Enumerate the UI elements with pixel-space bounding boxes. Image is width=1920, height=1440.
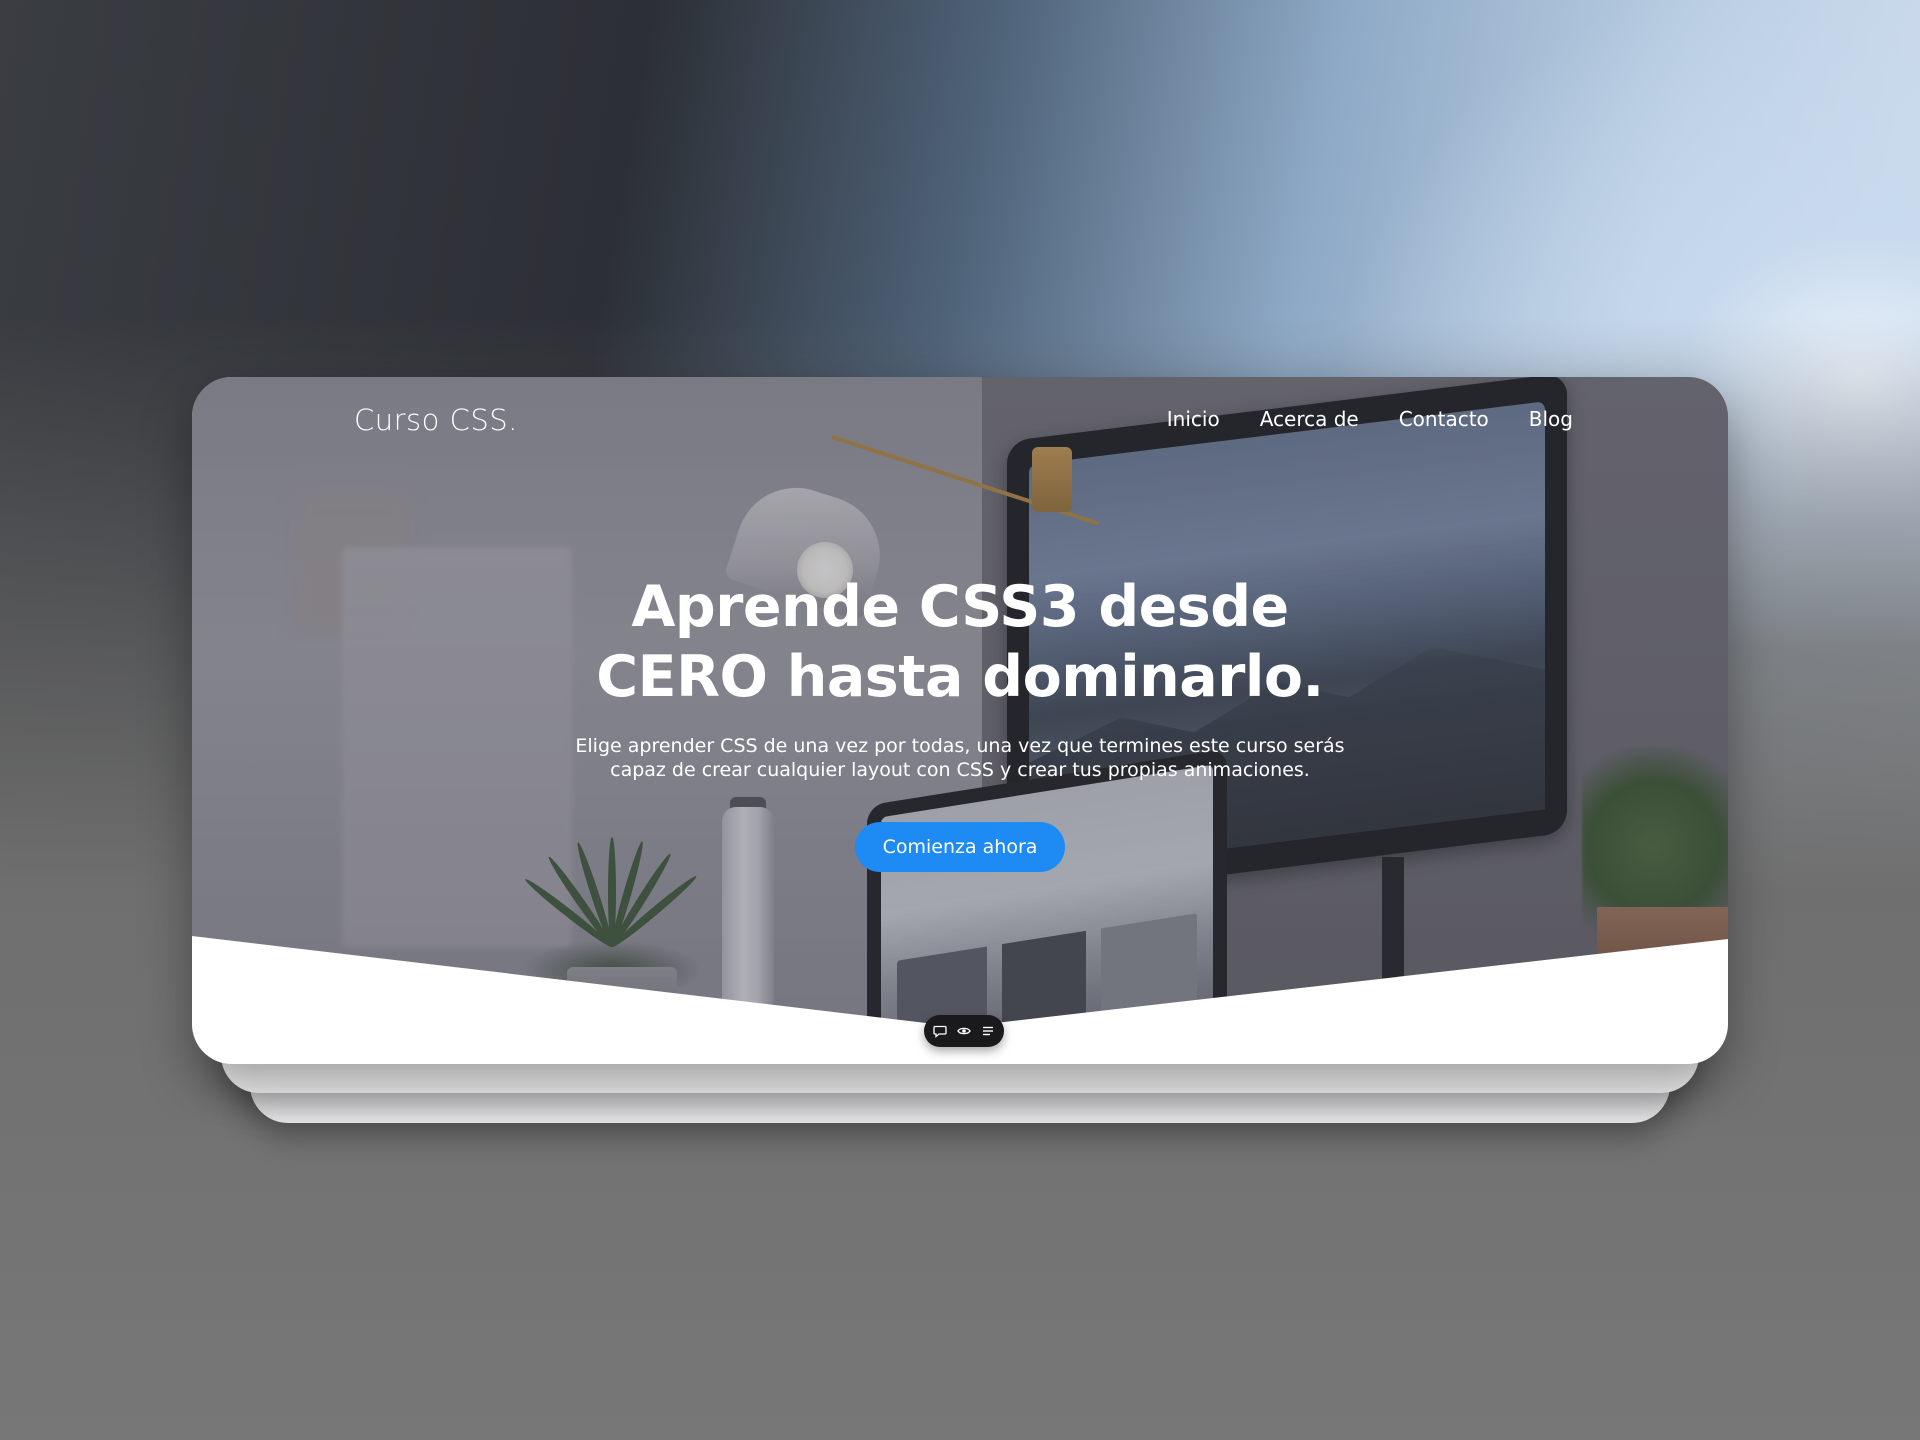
comment-icon[interactable] <box>933 1024 947 1038</box>
top-navbar: Curso CSS. Inicio Acerca de Contacto Blo… <box>192 377 1728 467</box>
cta-button[interactable]: Comienza ahora <box>854 822 1066 872</box>
hero-title-line-2: CERO hasta dominarlo. <box>596 644 1324 710</box>
floating-toolbar <box>924 1015 1004 1047</box>
brand-logo[interactable]: Curso CSS. <box>354 403 518 437</box>
nav-link-inicio[interactable]: Inicio <box>1167 407 1220 431</box>
eye-icon[interactable] <box>957 1024 971 1038</box>
nav-link-acerca-de[interactable]: Acerca de <box>1260 407 1359 431</box>
hero-subtitle-line-1: Elige aprender CSS de una vez por todas,… <box>575 735 1345 757</box>
hero-card: Curso CSS. Inicio Acerca de Contacto Blo… <box>192 377 1728 1064</box>
hero-title: Aprende CSS3 desde CERO hasta dominarlo. <box>510 572 1410 712</box>
hero-title-line-1: Aprende CSS3 desde <box>631 574 1289 640</box>
nav-link-blog[interactable]: Blog <box>1529 407 1573 431</box>
hero-subtitle-line-2: capaz de crear cualquier layout con CSS … <box>610 759 1310 781</box>
list-icon[interactable] <box>981 1024 995 1038</box>
hero-subtitle: Elige aprender CSS de una vez por todas,… <box>530 734 1390 782</box>
nav-link-contacto[interactable]: Contacto <box>1399 407 1489 431</box>
nav-links: Inicio Acerca de Contacto Blog <box>1167 407 1573 431</box>
hero-section: Aprende CSS3 desde CERO hasta dominarlo.… <box>192 572 1728 872</box>
